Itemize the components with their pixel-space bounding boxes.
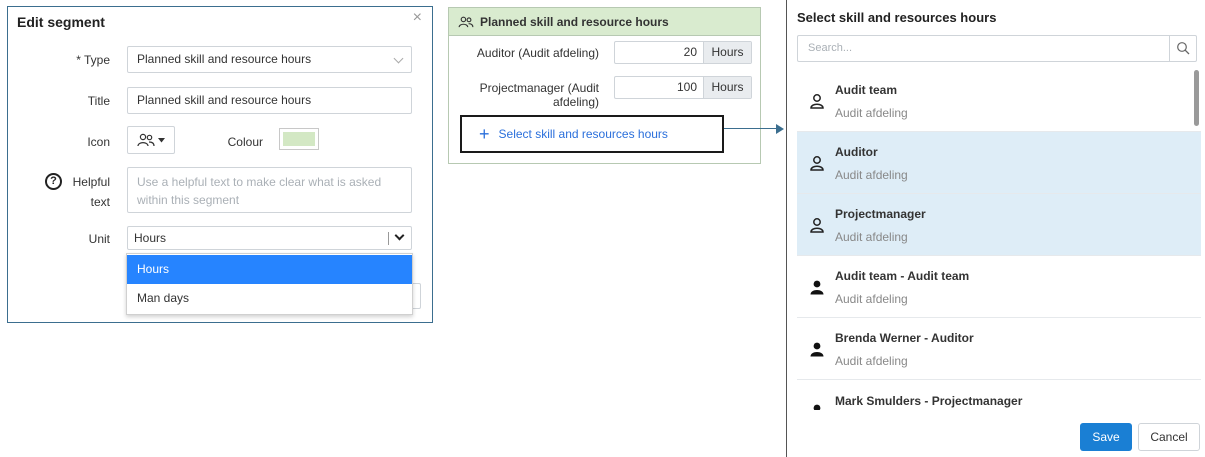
type-select[interactable]: Planned skill and resource hours <box>127 46 412 73</box>
plus-icon: + <box>479 124 490 144</box>
type-select-value: Planned skill and resource hours <box>137 52 312 66</box>
unit-option-man-days[interactable]: Man days <box>127 284 412 313</box>
unit-label: Unit <box>88 232 110 246</box>
dialog-title: Edit segment <box>17 14 105 30</box>
planned-skill-panel: Planned skill and resource hours Auditor… <box>448 7 761 164</box>
save-button[interactable]: Save <box>1080 423 1132 451</box>
type-label: * Type <box>76 53 110 67</box>
list-item[interactable]: Brenda Werner - Auditor Audit afdeling <box>797 318 1201 380</box>
list-item[interactable]: Audit team Audit afdeling <box>797 70 1201 132</box>
colour-picker[interactable] <box>279 128 319 150</box>
list-item[interactable]: Auditor Audit afdeling <box>797 132 1201 194</box>
search-input[interactable]: Search... <box>797 35 1197 62</box>
close-icon[interactable]: × <box>413 9 422 27</box>
item-subtitle: Audit afdeling <box>835 292 908 306</box>
chevron-down-icon <box>393 53 404 64</box>
item-subtitle: Audit afdeling <box>835 354 908 368</box>
search-icon[interactable] <box>1176 41 1190 55</box>
user-filled-icon <box>810 342 824 357</box>
user-filled-icon <box>810 280 824 295</box>
icon-label: Icon <box>87 135 110 149</box>
obscured-button <box>413 283 421 309</box>
select-skill-link[interactable]: + Select skill and resources hours <box>460 115 724 153</box>
search-separator <box>1169 36 1170 61</box>
connector-arrow-line <box>724 128 778 129</box>
resource-label-projectmanager-1: Projectmanager (Audit <box>479 81 599 95</box>
list-item[interactable]: Projectmanager Audit afdeling <box>797 194 1201 256</box>
hours-input-projectmanager[interactable]: 100 Hours <box>614 76 752 99</box>
select-skill-panel: Select skill and resources hours Search.… <box>786 0 1205 457</box>
item-name: Audit team <box>835 83 898 97</box>
search-placeholder: Search... <box>808 42 853 54</box>
chevron-down-icon <box>394 230 405 241</box>
item-name: Auditor <box>835 145 878 159</box>
user-filled-icon <box>813 404 821 410</box>
item-name: Brenda Werner - Auditor <box>835 331 974 345</box>
title-input[interactable]: Planned skill and resource hours <box>127 87 412 114</box>
list-item[interactable]: Audit team - Audit team Audit afdeling <box>797 256 1201 318</box>
item-name: Projectmanager <box>835 207 926 221</box>
item-name: Audit team - Audit team <box>835 269 970 283</box>
arrow-right-icon <box>776 124 784 134</box>
helpful-label-line1: Helpful <box>72 175 110 189</box>
colour-swatch-fill <box>283 132 315 146</box>
hours-value: 20 <box>683 45 697 59</box>
icon-picker[interactable] <box>127 126 175 154</box>
item-name: Mark Smulders - Projectmanager <box>835 394 1023 408</box>
users-icon <box>137 133 155 147</box>
resource-list: Audit team Audit afdeling Auditor Audit … <box>797 70 1201 410</box>
user-outline-icon <box>810 218 824 233</box>
colour-label: Colour <box>227 135 263 149</box>
title-label: Title <box>87 94 110 108</box>
users-icon <box>458 16 474 27</box>
hours-input-auditor[interactable]: 20 Hours <box>614 41 752 64</box>
user-outline-icon <box>810 156 824 171</box>
unit-select-value: Hours <box>134 231 167 245</box>
item-subtitle: Audit afdeling <box>835 168 908 182</box>
edit-segment-dialog: Edit segment × * Type Planned skill and … <box>7 6 433 323</box>
unit-select[interactable]: Hours <box>127 226 412 250</box>
hours-value: 100 <box>676 80 697 94</box>
resource-label-projectmanager-2: afdeling) <box>552 95 599 109</box>
hours-unit-addon: Hours <box>703 77 751 98</box>
caret-down-icon <box>158 137 165 142</box>
hours-unit-addon: Hours <box>703 42 751 63</box>
resource-label-auditor: Auditor (Audit afdeling) <box>476 46 599 60</box>
item-subtitle: Audit afdeling <box>835 230 908 244</box>
planned-panel-header: Planned skill and resource hours <box>449 8 760 36</box>
user-outline-icon <box>810 94 824 109</box>
helpful-label-line2: text <box>90 195 110 209</box>
cancel-button[interactable]: Cancel <box>1138 423 1200 451</box>
list-scrollbar[interactable] <box>1194 70 1199 126</box>
helpful-text-input[interactable]: Use a helpful text to make clear what is… <box>127 167 412 213</box>
item-subtitle: Audit afdeling <box>835 106 908 120</box>
unit-select-divider <box>388 232 389 245</box>
unit-option-hours[interactable]: Hours <box>127 255 412 284</box>
list-item[interactable]: Mark Smulders - Projectmanager <box>797 380 1201 410</box>
select-skill-link-label: Select skill and resources hours <box>498 127 668 141</box>
select-panel-title: Select skill and resources hours <box>797 10 997 25</box>
planned-panel-title: Planned skill and resource hours <box>480 14 669 29</box>
unit-dropdown-menu: Hours Man days <box>126 253 413 315</box>
